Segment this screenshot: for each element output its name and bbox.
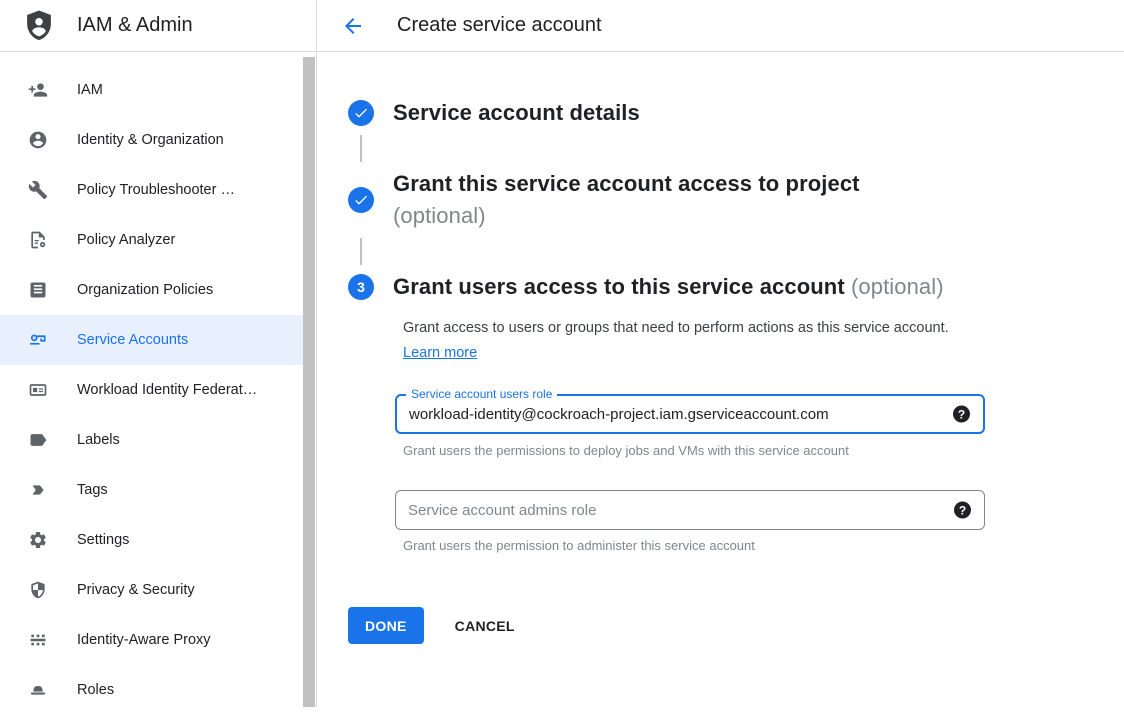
create-service-account-form: Service account details Grant this servi… (317, 53, 1124, 707)
users-role-helper-text: Grant users the permissions to deploy jo… (403, 443, 1124, 459)
shield-half-icon (28, 580, 48, 600)
form-actions: DONE CANCEL (348, 607, 1124, 644)
wrench-icon (28, 180, 48, 200)
sidebar-item-label: Labels (77, 432, 120, 448)
person-add-icon (28, 80, 48, 100)
service-account-admins-role-field: ? (395, 490, 985, 530)
sidebar-item-identity-organization[interactable]: Identity & Organization (0, 115, 303, 165)
sidebar-item-label: Service Accounts (77, 332, 188, 348)
help-icon[interactable]: ? (953, 406, 970, 423)
account-circle-icon (28, 130, 48, 150)
step-3-body: Grant access to users or groups that nee… (403, 316, 1124, 644)
sidebar-scrollbar-thumb[interactable] (303, 57, 315, 707)
arrow-back-icon (341, 14, 365, 38)
step-complete-check-icon (348, 100, 374, 126)
step-description-text: Grant access to users or groups that nee… (403, 320, 949, 336)
step-title: Service account details (393, 97, 640, 129)
sidebar-item-organization-policies[interactable]: Organization Policies (0, 265, 303, 315)
sidebar-item-privacy-security[interactable]: Privacy & Security (0, 565, 303, 615)
step-title-text: Grant users access to this service accou… (393, 274, 845, 299)
sidebar-item-identity-aware-proxy[interactable]: Identity-Aware Proxy (0, 615, 303, 665)
users-role-input[interactable] (397, 396, 983, 432)
tag-arrow-icon (28, 480, 48, 500)
sidebar-item-roles[interactable]: Roles (0, 665, 303, 715)
sidebar-item-label: Identity-Aware Proxy (77, 632, 211, 648)
step-grant-access-to-project[interactable]: Grant this service account access to pro… (348, 168, 1124, 232)
sidebar-item-label: Tags (77, 482, 108, 498)
help-icon[interactable]: ? (954, 502, 971, 519)
sidebar-item-label: Settings (77, 532, 129, 548)
sidebar-item-service-accounts[interactable]: Service Accounts (0, 315, 303, 365)
back-button[interactable] (341, 14, 365, 38)
iam-admin-sidebar: IAM Identity & Organization Policy Troub… (0, 53, 317, 707)
page-header: Create service account (317, 0, 602, 51)
step-title: Grant users access to this service accou… (393, 271, 944, 303)
cancel-button[interactable]: CANCEL (440, 607, 530, 644)
policy-analyzer-icon (28, 230, 48, 250)
sidebar-item-policy-troubleshooter[interactable]: Policy Troubleshooter … (0, 165, 303, 215)
sidebar-item-workload-identity-federation[interactable]: Workload Identity Federat… (0, 365, 303, 415)
admins-role-input[interactable] (396, 491, 984, 529)
step-title: Grant this service account access to pro… (393, 168, 860, 232)
step-optional-text: (optional) (851, 274, 944, 299)
badge-card-icon (28, 380, 48, 400)
sidebar-item-label: Organization Policies (77, 282, 213, 298)
stepper-connector (360, 135, 362, 162)
sidebar-item-iam[interactable]: IAM (0, 65, 303, 115)
product-title: IAM & Admin (77, 14, 193, 37)
step-title-text: Grant this service account access to pro… (393, 168, 860, 200)
sidebar-item-policy-analyzer[interactable]: Policy Analyzer (0, 215, 303, 265)
sidebar-item-label: Privacy & Security (77, 582, 195, 598)
sidebar-item-tags[interactable]: Tags (0, 465, 303, 515)
sidebar-item-label: Policy Analyzer (77, 232, 175, 248)
top-app-bar: IAM & Admin Create service account (0, 0, 1124, 52)
step-optional-text: (optional) (393, 200, 860, 232)
done-button[interactable]: DONE (348, 607, 424, 644)
hat-icon (28, 680, 48, 700)
gear-icon (28, 530, 48, 550)
sidebar-item-label: Roles (77, 682, 114, 698)
label-icon (28, 430, 48, 450)
sidebar-item-settings[interactable]: Settings (0, 515, 303, 565)
sidebar-item-label: IAM (77, 82, 103, 98)
product-header: IAM & Admin (0, 0, 317, 51)
page-title: Create service account (397, 14, 602, 37)
step-complete-check-icon (348, 187, 374, 213)
sidebar-item-label: Identity & Organization (77, 132, 224, 148)
sidebar-item-label: Workload Identity Federat… (77, 382, 257, 398)
step-grant-users-access[interactable]: 3 Grant users access to this service acc… (348, 271, 1124, 303)
stepper-connector (360, 238, 362, 265)
sidebar-item-label: Policy Troubleshooter … (77, 182, 235, 198)
iam-shield-logo-icon (24, 9, 54, 42)
article-icon (28, 280, 48, 300)
learn-more-link[interactable]: Learn more (403, 345, 477, 361)
step-number-badge: 3 (348, 274, 374, 300)
step-service-account-details[interactable]: Service account details (348, 97, 1124, 129)
step-description: Grant access to users or groups that nee… (403, 316, 951, 366)
service-account-users-role-field: Service account users role ? (395, 394, 985, 434)
step-title-text: Service account details (393, 100, 640, 125)
proxy-icon (28, 630, 48, 650)
sidebar-item-labels[interactable]: Labels (0, 415, 303, 465)
admins-role-helper-text: Grant users the permission to administer… (403, 538, 1124, 554)
service-account-icon (28, 330, 48, 350)
